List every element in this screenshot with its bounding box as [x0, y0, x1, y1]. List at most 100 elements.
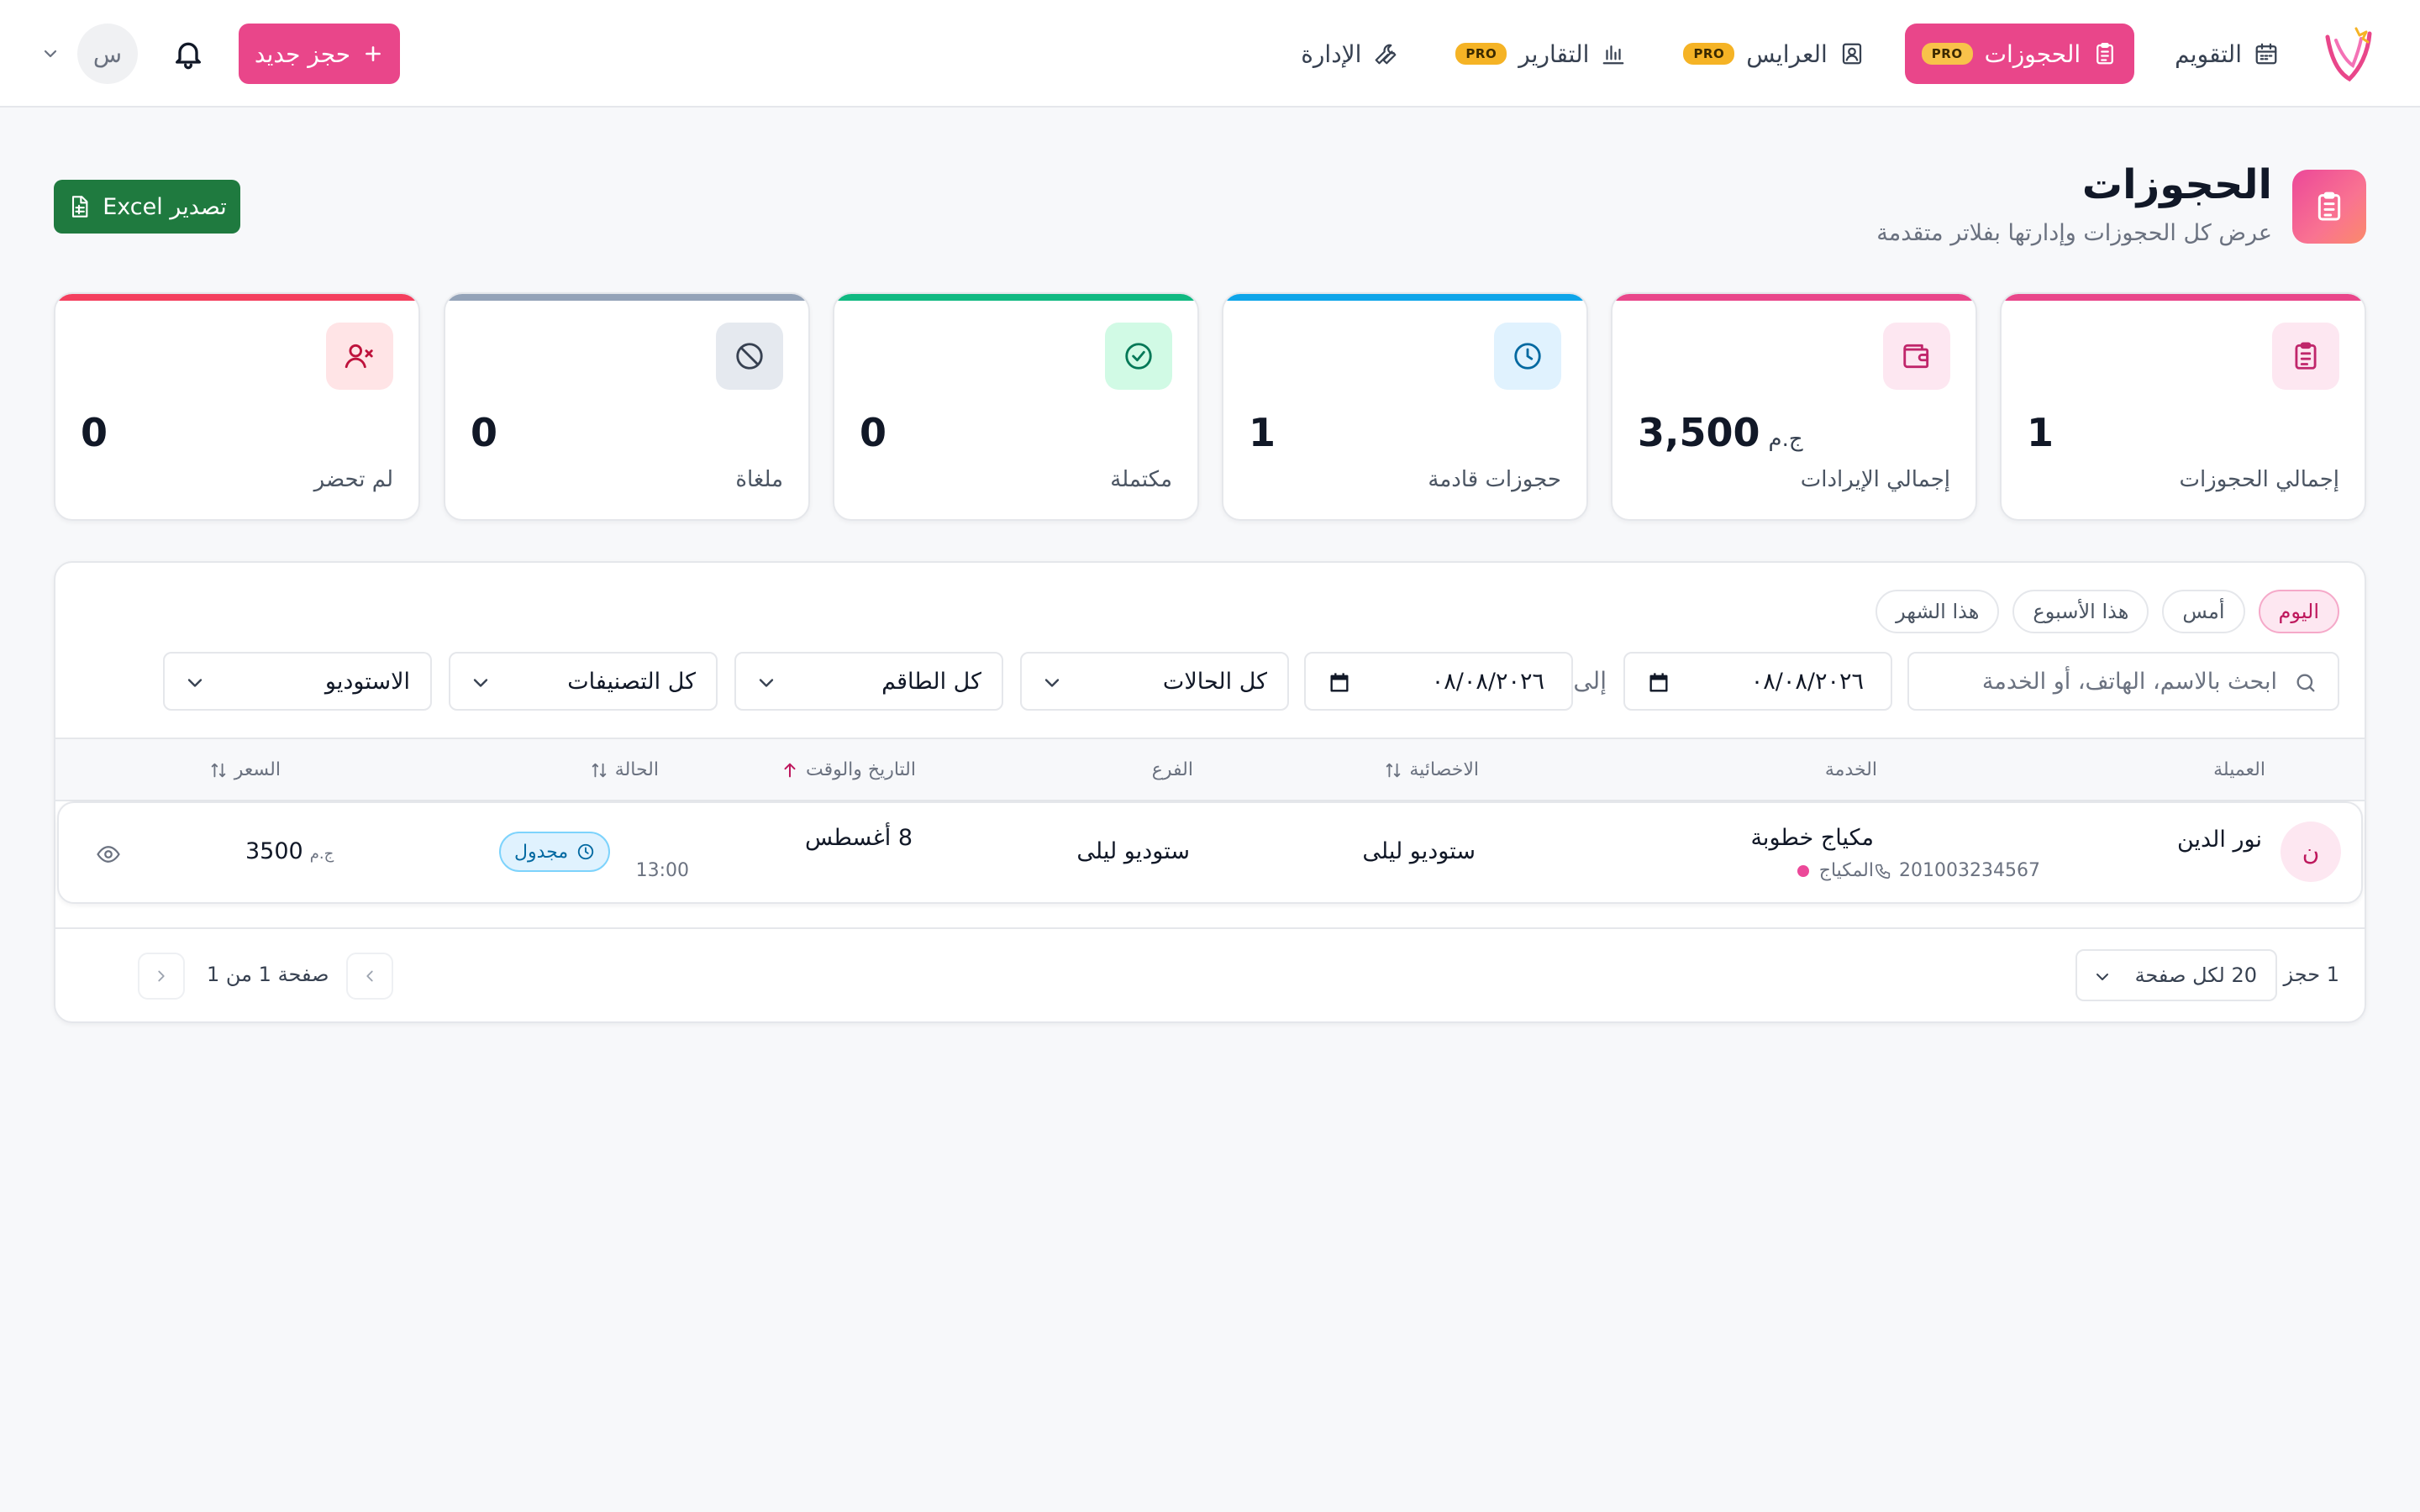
stat-label: حجوزات قادمة — [1428, 467, 1561, 492]
prev-page-button[interactable] — [346, 953, 393, 1000]
per-page-select[interactable]: 20 لكل صفحة — [2075, 949, 2277, 1001]
client-initial: ن — [2302, 837, 2320, 866]
chevron-down-icon — [2096, 974, 2108, 980]
col-label: العميلة — [2213, 759, 2265, 780]
stat-label: ملغاة — [735, 467, 783, 492]
col-label: التاريخ والوقت — [805, 759, 916, 780]
date-from-input[interactable]: ٠٨/٠٨/٢٠٢٦ — [1623, 652, 1892, 711]
stat-label: إجمالي الحجوزات — [2179, 467, 2339, 492]
col-price[interactable]: السعر — [209, 759, 281, 780]
clock-icon — [1514, 343, 1541, 370]
nav-item-label: العرايس — [1746, 39, 1828, 68]
phone-number: 201003234567 — [1899, 860, 2040, 881]
stat-label: لم تحضر — [313, 467, 393, 492]
chevron-left-icon — [366, 970, 373, 982]
chip-this-month[interactable]: هذا الشهر — [1876, 590, 2000, 633]
sort-asc-icon — [784, 763, 796, 777]
bookings-panel: اليوم أمس هذا الأسبوع هذا الشهر ابحث بال… — [54, 561, 2366, 1023]
nav-item-bookings[interactable]: الحجوزات PRO — [1904, 24, 2135, 84]
date-range-to-label: إلى — [1573, 667, 1607, 695]
date-to-input[interactable]: ٠٨/٠٨/٢٠٢٦ — [1304, 652, 1573, 711]
nav-item-admin[interactable]: الإدارة — [1284, 24, 1415, 84]
pro-badge: PRO — [1683, 43, 1735, 65]
user-avatar[interactable]: س — [77, 24, 138, 84]
col-branch: الفرع — [1152, 759, 1193, 780]
next-page-button[interactable] — [138, 953, 185, 1000]
studio-select[interactable]: الاستوديو — [163, 652, 432, 711]
chip-today[interactable]: اليوم — [2258, 590, 2339, 633]
nav-item-label: التقويم — [2175, 39, 2242, 68]
service-name: مكياج خطوبة — [1750, 825, 1874, 851]
card-accent-bar — [55, 294, 418, 301]
card-icon-box — [326, 323, 393, 390]
clipboard-icon — [2096, 43, 2114, 65]
calendar-icon — [2255, 43, 2277, 65]
col-client: العميلة — [2213, 759, 2265, 780]
stat-value: 1 — [1249, 410, 1561, 455]
app-logo[interactable] — [2319, 24, 2376, 84]
export-excel-button[interactable]: تصدير Excel — [54, 180, 240, 234]
chip-yesterday[interactable]: أمس — [2162, 590, 2245, 633]
card-accent-bar — [1612, 294, 1975, 301]
booking-date: 8 أغسطس — [804, 825, 913, 851]
date-to-value: ٠٨/٠٨/٢٠٢٦ — [1431, 668, 1544, 695]
date-from-value: ٠٨/٠٨/٢٠٢٦ — [1750, 668, 1864, 695]
stat-label: إجمالي الإيرادات — [1800, 467, 1950, 492]
clipboard-icon — [2295, 342, 2317, 370]
stat-card-cancelled: 0 ملغاة — [444, 292, 810, 521]
card-icon-box — [2272, 323, 2339, 390]
search-input[interactable]: ابحث بالاسم، الهاتف، أو الخدمة — [1907, 652, 2339, 711]
price: 3500 ج.م — [245, 838, 334, 864]
bell-icon[interactable] — [171, 37, 205, 71]
col-label: السعر — [234, 759, 281, 780]
col-status[interactable]: الحالة — [590, 759, 659, 780]
page-info: صفحة 1 من 1 — [207, 963, 329, 986]
top-navbar: التقويم الحجوزات PRO العرايس PRO التقاري… — [0, 0, 2420, 108]
calendar-icon[interactable] — [1328, 671, 1351, 695]
chevron-right-icon — [158, 970, 165, 982]
col-service: الخدمة — [1825, 759, 1877, 780]
stat-label: مكتملة — [1110, 467, 1172, 492]
col-specialist[interactable]: الاخصائية — [1384, 759, 1479, 780]
new-booking-button[interactable]: حجز جديد — [239, 24, 400, 84]
stat-number: 0 — [860, 410, 887, 455]
phone-icon — [1875, 864, 1891, 879]
team-select[interactable]: كل الطاقم — [734, 652, 1003, 711]
clipboard-icon — [2317, 192, 2341, 221]
calendar-icon[interactable] — [1647, 671, 1670, 695]
status-select[interactable]: كل الحالات — [1020, 652, 1289, 711]
specialist-name: ستوديو ليلى — [1362, 838, 1476, 864]
client-avatar: ن — [2281, 822, 2341, 882]
card-icon-box — [716, 323, 783, 390]
quick-range-chips: اليوم أمس هذا الأسبوع هذا الشهر — [1876, 590, 2339, 633]
stat-value: 0 — [81, 410, 393, 455]
table-row[interactable]: ن نور الدين مكياج خطوبة المكياج 20100323… — [57, 801, 2363, 904]
branch-name: ستوديو ليلى — [1076, 838, 1190, 864]
pro-badge: PRO — [1455, 43, 1507, 65]
check-circle-icon — [1125, 343, 1152, 370]
nav-item-brides[interactable]: العرايس PRO — [1666, 24, 1881, 84]
nav-item-calendar[interactable]: التقويم — [2158, 24, 2296, 84]
stat-number: 0 — [81, 410, 108, 455]
col-datetime[interactable]: التاريخ والوقت — [781, 759, 916, 780]
search-icon — [2296, 674, 2315, 692]
booking-time: 13:00 — [635, 860, 689, 881]
col-label: الاخصائية — [1409, 759, 1479, 780]
pro-badge: PRO — [1921, 43, 1973, 65]
contact-card-icon — [1842, 43, 1861, 65]
bar-chart-icon — [1603, 45, 1624, 65]
chevron-down-icon[interactable] — [40, 44, 60, 64]
card-accent-bar — [2002, 294, 2365, 301]
studio-select-value: الاستوديو — [324, 668, 410, 695]
team-select-value: كل الطاقم — [881, 668, 981, 695]
status-badge: مجدول — [499, 832, 611, 872]
pagination: 1 حجز 20 لكل صفحة صفحة 1 من 1 — [55, 927, 2365, 1021]
col-label: الفرع — [1151, 759, 1193, 780]
eye-icon[interactable] — [96, 842, 121, 867]
stat-number: 1 — [1249, 410, 1276, 455]
chip-this-week[interactable]: هذا الأسبوع — [2012, 590, 2149, 633]
category-select[interactable]: كل التصنيفات — [449, 652, 718, 711]
card-accent-bar — [834, 294, 1197, 301]
nav-item-reports[interactable]: التقارير PRO — [1439, 24, 1643, 84]
search-placeholder: ابحث بالاسم، الهاتف، أو الخدمة — [1981, 668, 2277, 695]
